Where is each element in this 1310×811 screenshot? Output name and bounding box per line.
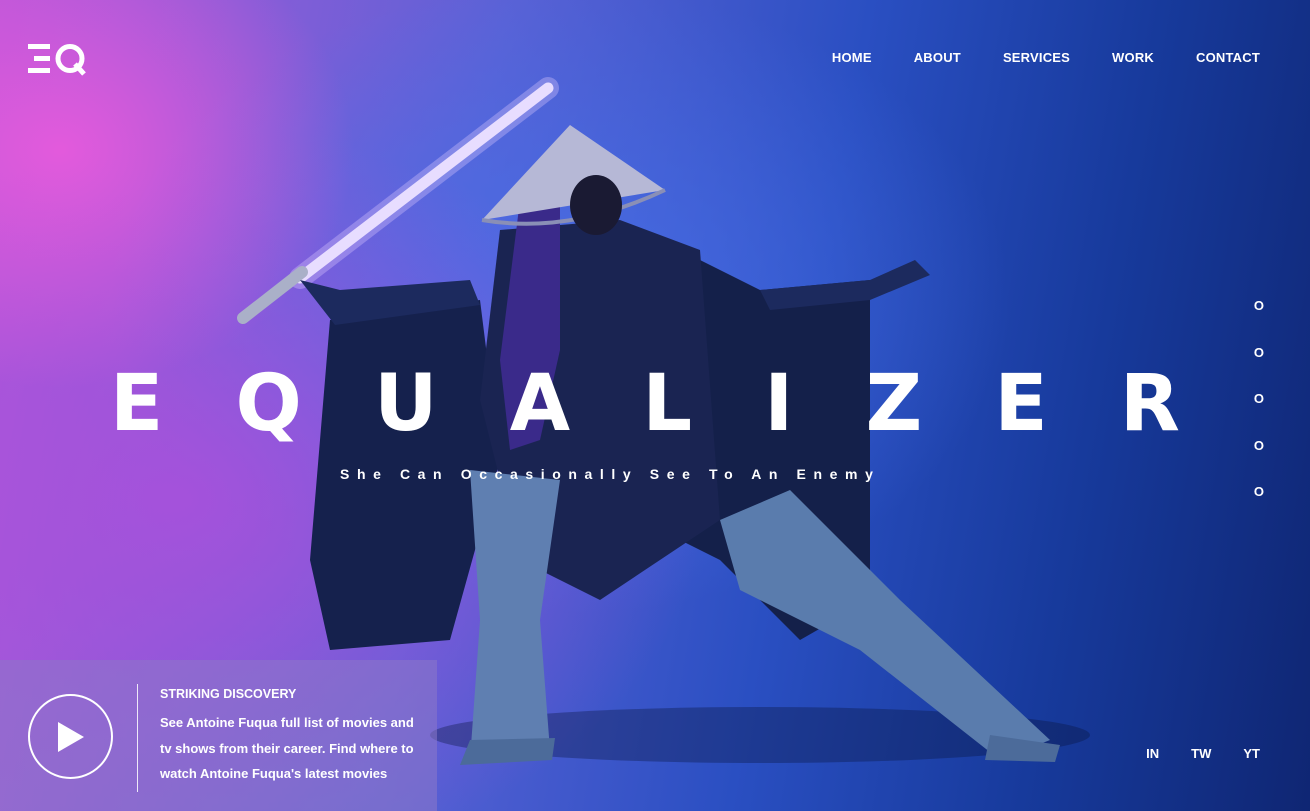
social-links: IN TW YT <box>1114 746 1260 761</box>
nav-work-link[interactable]: WORK <box>1112 50 1154 66</box>
pager-dot[interactable]: O <box>1254 438 1264 454</box>
social-twitter-link[interactable]: TW <box>1191 746 1211 761</box>
hero-title-letter: A <box>509 359 571 449</box>
discovery-card: STRIKING DISCOVERY See Antoine Fuqua ful… <box>0 660 437 811</box>
nav-contact-link[interactable]: CONTACT <box>1196 50 1260 66</box>
hero-title-letter: I <box>764 359 794 449</box>
hero-title: E Q U A L I Z E R <box>110 365 1180 443</box>
hero-title-letter: E <box>994 359 1048 449</box>
equalizer-logo-icon[interactable] <box>28 42 86 76</box>
play-icon <box>58 722 84 752</box>
card-title: STRIKING DISCOVERY <box>160 687 297 701</box>
nav-home-link[interactable]: HOME <box>832 50 872 66</box>
pager-dot[interactable]: O <box>1254 391 1264 407</box>
slide-pager: O O O O O <box>1254 298 1264 531</box>
pager-dot[interactable]: O <box>1254 345 1264 361</box>
hero-title-letter: U <box>374 359 438 449</box>
hero-title-letter: Q <box>235 359 302 449</box>
main-navigation: HOME ABOUT SERVICES WORK CONTACT <box>790 50 1260 66</box>
pager-dot[interactable]: O <box>1254 298 1264 314</box>
social-instagram-link[interactable]: IN <box>1146 746 1159 761</box>
card-divider <box>137 684 138 792</box>
hero-title-letter: L <box>642 359 693 449</box>
nav-about-link[interactable]: ABOUT <box>914 50 961 66</box>
card-description: See Antoine Fuqua full list of movies an… <box>160 715 414 781</box>
pager-dot[interactable]: O <box>1254 484 1264 500</box>
hero-title-letter: E <box>110 359 164 449</box>
social-youtube-link[interactable]: YT <box>1243 746 1260 761</box>
hero-tagline: She Can Occasionally See To An Enemy <box>340 466 881 482</box>
hero-title-letter: R <box>1119 359 1180 449</box>
play-button[interactable] <box>28 694 113 779</box>
nav-services-link[interactable]: SERVICES <box>1003 50 1070 66</box>
hero-title-letter: Z <box>865 359 923 449</box>
